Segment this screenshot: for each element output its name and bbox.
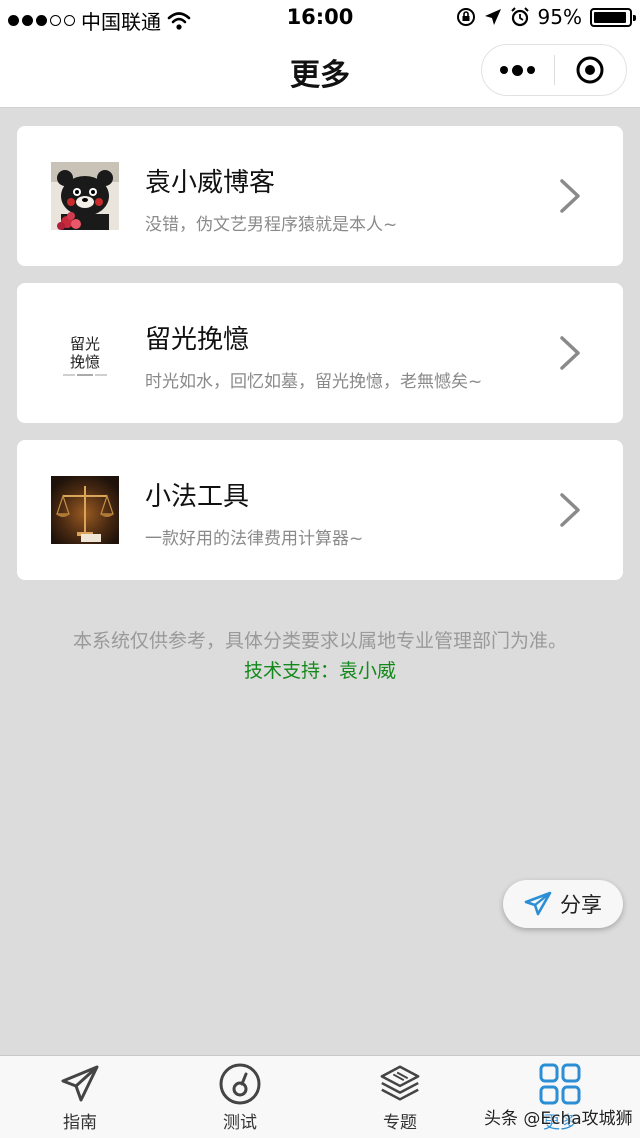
svg-text:留光: 留光 — [70, 335, 100, 353]
svg-text:挽憶: 挽憶 — [70, 353, 100, 371]
card-subtitle: 时光如水，回忆如墓，留光挽憶，老無憾矣~ — [145, 372, 483, 392]
paper-plane-icon — [58, 1062, 102, 1106]
miniprogram-capsule — [481, 44, 627, 96]
alarm-clock-icon — [510, 7, 529, 27]
navigation-bar: 更多 — [0, 36, 640, 108]
tab-label: 指南 — [63, 1113, 97, 1133]
calligraphy-logo: 留光 挽憶 — [51, 319, 119, 387]
close-target-icon[interactable] — [555, 45, 627, 95]
share-button[interactable]: 分享 — [503, 880, 623, 928]
share-label: 分享 — [560, 893, 602, 917]
battery-icon — [590, 7, 636, 27]
gauge-icon — [218, 1062, 262, 1106]
tab-guide[interactable]: 指南 — [0, 1056, 160, 1138]
card-title: 留光挽憶 — [145, 325, 250, 355]
card-subtitle: 一款好用的法律费用计算器~ — [145, 529, 364, 549]
bear-mascot-avatar — [51, 162, 119, 230]
card-title: 袁小威博客 — [145, 168, 276, 198]
justice-scale-photo — [51, 476, 119, 544]
card-title: 小法工具 — [145, 482, 250, 512]
location-arrow-icon — [484, 9, 501, 25]
battery-percent: 95% — [537, 5, 582, 29]
battery-level — [594, 11, 627, 23]
status-right: 95% — [456, 5, 636, 29]
watermark-text: 头条 @Echa攻城狮 — [484, 1109, 633, 1129]
card-legal-tools[interactable]: 小法工具 一款好用的法律费用计算器~ — [17, 440, 623, 580]
tech-support-link[interactable]: 技术支持：袁小威 — [0, 656, 640, 683]
tab-label: 测试 — [223, 1113, 257, 1133]
tab-test[interactable]: 测试 — [160, 1056, 320, 1138]
chevron-right-icon — [560, 493, 580, 527]
status-bar: 中国联通 16:00 95% — [0, 0, 640, 36]
tab-topics[interactable]: 专题 — [320, 1056, 480, 1138]
orientation-lock-icon — [456, 8, 475, 26]
card-subtitle: 没错，伪文艺男程序猿就是本人~ — [145, 215, 398, 235]
more-dots-icon[interactable] — [482, 45, 554, 95]
disclaimer-text: 本系统仅供参考，具体分类要求以属地专业管理部门为准。 — [72, 630, 567, 652]
card-liuguang[interactable]: 留光 挽憶 留光挽憶 时光如水，回忆如墓，留光挽憶，老無憾矣~ — [17, 283, 623, 423]
chevron-right-icon — [560, 336, 580, 370]
chevron-right-icon — [560, 179, 580, 213]
card-yuan-blog[interactable]: 袁小威博客 没错，伪文艺男程序猿就是本人~ — [17, 126, 623, 266]
grid-icon — [538, 1062, 582, 1106]
layers-icon — [378, 1062, 422, 1106]
paper-plane-icon — [524, 891, 552, 916]
tab-label: 专题 — [383, 1113, 417, 1133]
